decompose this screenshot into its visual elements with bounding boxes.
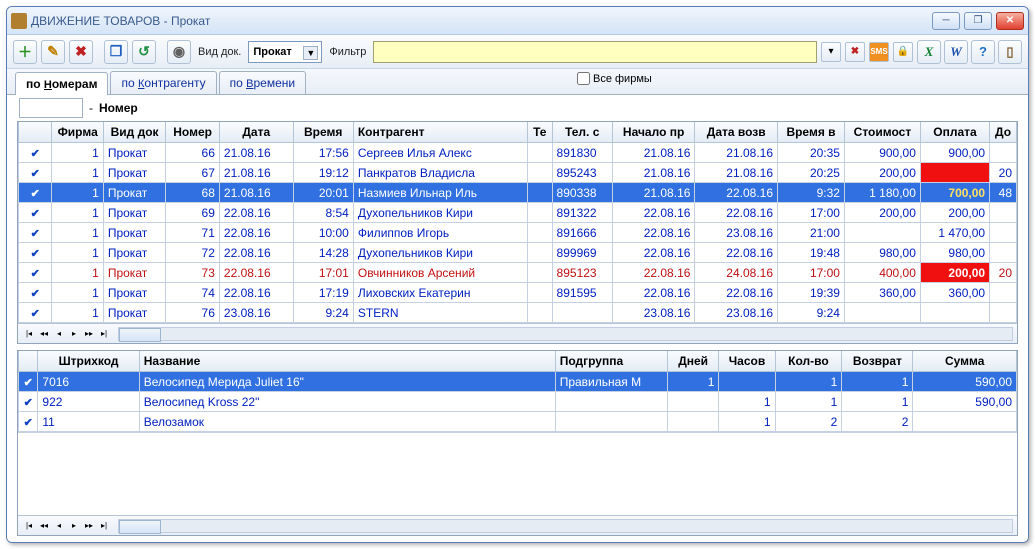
table-row[interactable]: ✔1Прокат7222.08.1614:28Духопельников Кир… bbox=[19, 243, 1017, 263]
tab-by-number[interactable]: по Номерам bbox=[15, 72, 108, 95]
nav-last[interactable]: ▸| bbox=[97, 327, 111, 341]
table-row[interactable]: ✔1Прокат7623.08.169:24STERN23.08.1623.08… bbox=[19, 303, 1017, 323]
tab-by-time[interactable]: по Времени bbox=[219, 71, 306, 94]
all-firms-input[interactable] bbox=[577, 72, 590, 85]
filter-clear-button[interactable]: ✖ bbox=[845, 42, 865, 62]
number-search-row: - Номер bbox=[7, 95, 1028, 121]
filter-input[interactable] bbox=[373, 41, 817, 63]
delete-button[interactable]: ✖ bbox=[69, 40, 93, 64]
main-header-row[interactable]: ФирмаВид док НомерДатаВремя КонтрагентТе… bbox=[19, 122, 1017, 143]
detail-header-row[interactable]: Штрихкод НазваниеПодгруппа ДнейЧасовКол-… bbox=[19, 351, 1017, 372]
dh-scrollbar[interactable] bbox=[118, 519, 1013, 533]
table-row[interactable]: ✔1Прокат6922.08.168:54Духопельников Кири… bbox=[19, 203, 1017, 223]
table-row[interactable]: ✔1Прокат6721.08.1619:12Панкратов Владисл… bbox=[19, 163, 1017, 183]
nav-nextpage[interactable]: ▸▸ bbox=[82, 327, 96, 341]
dnav-next[interactable]: ▸ bbox=[67, 519, 81, 533]
table-row[interactable]: ✔7016Велосипед Мерида Juliet 16"Правильн… bbox=[19, 372, 1017, 392]
doc-type-label: Вид док. bbox=[198, 46, 241, 58]
word-button[interactable]: W bbox=[944, 40, 968, 64]
nav-prevpage[interactable]: ◂◂ bbox=[37, 327, 51, 341]
sms-button[interactable]: SMS bbox=[869, 42, 889, 62]
maximize-button[interactable]: ❐ bbox=[964, 12, 992, 30]
app-icon bbox=[11, 13, 27, 29]
table-row[interactable]: ✔11Велозамок122 bbox=[19, 412, 1017, 432]
edit-button[interactable]: ✎ bbox=[41, 40, 65, 64]
close-button[interactable]: ✕ bbox=[996, 12, 1024, 30]
tab-by-contractor[interactable]: по Контрагенту bbox=[110, 71, 216, 94]
main-navigator[interactable]: |◂ ◂◂ ◂ ▸ ▸▸ ▸| bbox=[18, 323, 1017, 343]
main-grid[interactable]: ФирмаВид док НомерДатаВремя КонтрагентТе… bbox=[17, 121, 1018, 344]
help-button[interactable]: ? bbox=[971, 40, 995, 64]
nav-next[interactable]: ▸ bbox=[67, 327, 81, 341]
dnav-prev[interactable]: ◂ bbox=[52, 519, 66, 533]
number-label: Номер bbox=[99, 101, 138, 115]
refresh-button[interactable]: ↺ bbox=[132, 40, 156, 64]
minimize-button[interactable]: ─ bbox=[932, 12, 960, 30]
detail-navigator[interactable]: |◂ ◂◂ ◂ ▸ ▸▸ ▸| bbox=[18, 515, 1017, 535]
dnav-prevpage[interactable]: ◂◂ bbox=[37, 519, 51, 533]
toolbar: ＋ ✎ ✖ ❐ ↺ ◉ Вид док. Прокат Фильтр ▾ ✖ S… bbox=[7, 35, 1028, 69]
table-row[interactable]: ✔922Велосипед Kross 22"111590,00 bbox=[19, 392, 1017, 412]
h-scrollbar[interactable] bbox=[118, 327, 1013, 341]
table-row[interactable]: ✔1Прокат7122.08.1610:00Филиппов Игорь891… bbox=[19, 223, 1017, 243]
dnav-last[interactable]: ▸| bbox=[97, 519, 111, 533]
table-row[interactable]: ✔1Прокат7322.08.1617:01Овчинников Арсени… bbox=[19, 263, 1017, 283]
window-title: ДВИЖЕНИЕ ТОВАРОВ - Прокат bbox=[31, 14, 932, 28]
detail-grid[interactable]: Штрихкод НазваниеПодгруппа ДнейЧасовКол-… bbox=[17, 350, 1018, 536]
dnav-nextpage[interactable]: ▸▸ bbox=[82, 519, 96, 533]
view-button[interactable]: ◉ bbox=[167, 40, 191, 64]
add-button[interactable]: ＋ bbox=[13, 40, 37, 64]
titlebar[interactable]: ДВИЖЕНИЕ ТОВАРОВ - Прокат ─ ❐ ✕ bbox=[7, 7, 1028, 35]
doc-type-select[interactable]: Прокат bbox=[248, 41, 322, 63]
filter-dropdown-button[interactable]: ▾ bbox=[821, 42, 841, 62]
copy-button[interactable]: ❐ bbox=[104, 40, 128, 64]
nav-first[interactable]: |◂ bbox=[22, 327, 36, 341]
excel-button[interactable]: X bbox=[917, 40, 941, 64]
table-row[interactable]: ✔1Прокат6821.08.1620:01Назмиев Ильнар Ил… bbox=[19, 183, 1017, 203]
nav-prev[interactable]: ◂ bbox=[52, 327, 66, 341]
all-firms-checkbox[interactable]: Все фирмы bbox=[577, 72, 652, 85]
table-row[interactable]: ✔1Прокат7422.08.1617:19Лиховских Екатери… bbox=[19, 283, 1017, 303]
table-row[interactable]: ✔1Прокат6621.08.1617:56Сергеев Илья Алек… bbox=[19, 143, 1017, 163]
dnav-first[interactable]: |◂ bbox=[22, 519, 36, 533]
number-input[interactable] bbox=[19, 98, 83, 118]
lock-button[interactable]: 🔒 bbox=[893, 42, 913, 62]
filter-label: Фильтр bbox=[329, 46, 366, 58]
exit-button[interactable]: ▯ bbox=[998, 40, 1022, 64]
tab-row: по Номерам по Контрагенту по Времени Все… bbox=[7, 69, 1028, 95]
window: ДВИЖЕНИЕ ТОВАРОВ - Прокат ─ ❐ ✕ ＋ ✎ ✖ ❐ … bbox=[6, 6, 1029, 543]
